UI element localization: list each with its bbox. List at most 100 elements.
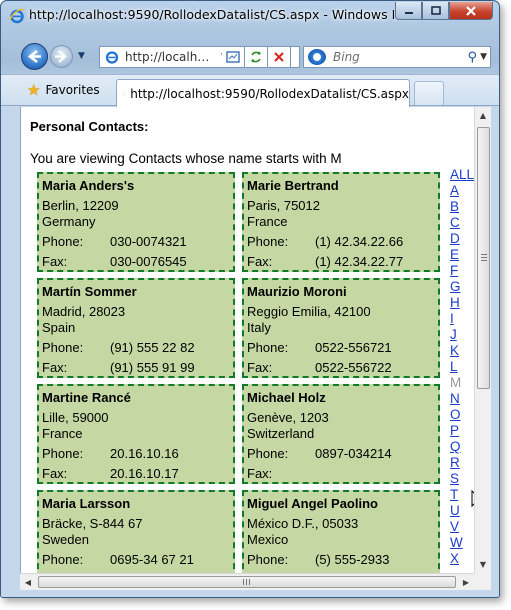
contact-city: Paris, 75012 bbox=[247, 198, 320, 213]
phone-value: (91) 555 22 82 bbox=[110, 340, 195, 355]
back-button[interactable] bbox=[21, 43, 48, 70]
contact-card: Martine Rancé Lille, 59000 France Phone: 20.… bbox=[37, 384, 235, 484]
contact-card: Maria Larsson Bräcke, S-844 67 Sweden Phone… bbox=[37, 490, 235, 573]
fax-label: Fax: bbox=[42, 466, 68, 481]
filter-letter-v[interactable]: V bbox=[450, 519, 474, 535]
filter-letter-q[interactable]: Q bbox=[450, 439, 474, 455]
filter-letter-x[interactable]: X bbox=[450, 551, 474, 567]
close-button[interactable] bbox=[449, 2, 493, 20]
contact-city: México D.F., 05033 bbox=[247, 516, 359, 531]
fax-value: 030-0076545 bbox=[110, 254, 187, 269]
scroll-left-arrow-icon[interactable]: ◀ bbox=[20, 574, 36, 590]
contact-city: Reggio Emilia, 42100 bbox=[247, 304, 371, 319]
tab-current[interactable]: http://localhost:9590/RollodexDatalist/C… bbox=[116, 79, 410, 107]
contact-country: Sweden bbox=[42, 532, 89, 547]
contact-city: Genève, 1203 bbox=[247, 410, 329, 425]
contact-name: Maurizio Moroni bbox=[247, 284, 347, 299]
search-placeholder[interactable]: Bing bbox=[333, 50, 468, 64]
fax-label: Fax: bbox=[247, 360, 273, 375]
filter-letter-c[interactable]: C bbox=[450, 215, 474, 231]
tab-bar: ★ Favorites http://localhost:9590/Rollod… bbox=[1, 74, 499, 107]
filter-letter-l[interactable]: L bbox=[450, 359, 474, 375]
contact-city: Bräcke, S-844 67 bbox=[42, 516, 143, 531]
refresh-icon bbox=[251, 51, 261, 63]
phone-label: Phone: bbox=[247, 552, 289, 567]
favorites-button[interactable]: ★ Favorites bbox=[27, 81, 100, 99]
minimize-button[interactable] bbox=[395, 2, 422, 20]
phone-value: 0695-34 67 21 bbox=[110, 552, 194, 567]
phone-label: Phone: bbox=[247, 446, 289, 461]
filter-letter-j[interactable]: J bbox=[450, 327, 474, 343]
vertical-scrollbar[interactable]: ▲ ▼ bbox=[474, 107, 491, 573]
scroll-down-arrow-icon[interactable]: ▼ bbox=[475, 556, 491, 573]
contact-card: Michael Holz Genève, 1203 Switzerland Phone… bbox=[242, 384, 440, 484]
phone-value: (5) 555-2933 bbox=[315, 552, 390, 567]
tab-title: http://localhost:9590/RollodexDatalist/C… bbox=[130, 86, 409, 101]
address-text[interactable]: http://localh… bbox=[125, 50, 217, 64]
search-icon[interactable]: ⚲ bbox=[468, 50, 478, 65]
filter-letter-r[interactable]: R bbox=[450, 455, 474, 471]
horizontal-scroll-thumb[interactable] bbox=[38, 576, 456, 588]
fax-label: Fax: bbox=[42, 360, 68, 375]
phone-label: Phone: bbox=[42, 552, 84, 567]
filter-letter-k[interactable]: K bbox=[450, 343, 474, 359]
compatibility-view-button[interactable] bbox=[222, 46, 245, 68]
refresh-button[interactable] bbox=[245, 46, 268, 68]
favorites-star-icon: ★ bbox=[27, 81, 41, 99]
filter-letter-f[interactable]: F bbox=[450, 263, 474, 279]
phone-value: 20.16.10.16 bbox=[110, 446, 179, 461]
filter-letter-g[interactable]: G bbox=[450, 279, 474, 295]
contact-name: Michael Holz bbox=[247, 390, 326, 405]
compatibility-view-icon bbox=[226, 51, 240, 63]
filter-letter-e[interactable]: E bbox=[450, 247, 474, 263]
browser-window: http://localhost:9590/RollodexDatalist/C… bbox=[0, 0, 500, 598]
phone-value: 0897-034214 bbox=[315, 446, 392, 461]
search-options-dropdown[interactable]: ▼ bbox=[480, 52, 487, 62]
scroll-right-arrow-icon[interactable]: ▶ bbox=[458, 574, 474, 590]
page-content: Personal Contacts: You are viewing Conta… bbox=[20, 107, 474, 573]
contact-country: Germany bbox=[42, 214, 96, 229]
hscroll-grip-icon bbox=[243, 579, 251, 585]
forward-button[interactable] bbox=[50, 45, 73, 68]
contact-card: Martín Sommer Madrid, 28023 Spain Phone: (91… bbox=[37, 278, 235, 378]
filter-letter-b[interactable]: B bbox=[450, 199, 474, 215]
contact-name: Marie Bertrand bbox=[247, 178, 339, 193]
maximize-button[interactable] bbox=[422, 2, 449, 20]
filter-letter-i[interactable]: I bbox=[450, 311, 474, 327]
vertical-scroll-thumb[interactable] bbox=[477, 127, 490, 389]
contact-country: France bbox=[42, 426, 83, 441]
stop-button[interactable] bbox=[268, 46, 291, 68]
filter-letter-s[interactable]: S bbox=[450, 471, 474, 487]
page-intro-text: You are viewing Contacts whose name star… bbox=[30, 151, 342, 166]
scroll-grip-icon bbox=[481, 254, 487, 262]
title-bar[interactable]: http://localhost:9590/RollodexDatalist/C… bbox=[1, 1, 499, 29]
filter-letter-p[interactable]: P bbox=[450, 423, 474, 439]
contact-name: Martín Sommer bbox=[42, 284, 137, 299]
contact-country: Spain bbox=[42, 320, 76, 335]
filter-letter-o[interactable]: O bbox=[450, 407, 474, 423]
contact-name: Martine Rancé bbox=[42, 390, 131, 405]
filter-letter-w[interactable]: W bbox=[450, 535, 474, 551]
horizontal-scrollbar[interactable]: ◀ ▶ bbox=[20, 573, 474, 590]
internet-explorer-icon bbox=[9, 8, 25, 24]
filter-letter-m: M bbox=[450, 375, 462, 390]
filter-letter-n[interactable]: N bbox=[450, 391, 474, 407]
back-arrow-icon bbox=[27, 49, 41, 64]
filter-letter-a[interactable]: A bbox=[450, 183, 474, 199]
contact-card: Miguel Angel Paolino México D.F., 05033 Me… bbox=[242, 490, 440, 573]
filter-letter-h[interactable]: H bbox=[450, 295, 474, 311]
search-box[interactable]: Bing ⚲ ▼ bbox=[303, 46, 491, 68]
filter-letter-d[interactable]: D bbox=[450, 231, 474, 247]
filter-all-link[interactable]: ALL bbox=[450, 167, 474, 183]
contact-name: Maria Larsson bbox=[42, 496, 131, 511]
forward-arrow-icon bbox=[55, 50, 67, 63]
new-tab-button[interactable] bbox=[414, 81, 444, 105]
contact-name: Maria Anders's bbox=[42, 178, 135, 193]
caption-buttons bbox=[395, 2, 493, 20]
contact-card: Marie Bertrand Paris, 75012 France Phone: (1… bbox=[242, 172, 440, 272]
contact-country: France bbox=[247, 214, 288, 229]
recent-pages-dropdown[interactable]: ▼ bbox=[78, 51, 85, 61]
page-icon bbox=[105, 51, 119, 64]
scroll-up-arrow-icon[interactable]: ▲ bbox=[475, 107, 491, 124]
phone-label: Phone: bbox=[42, 446, 84, 461]
